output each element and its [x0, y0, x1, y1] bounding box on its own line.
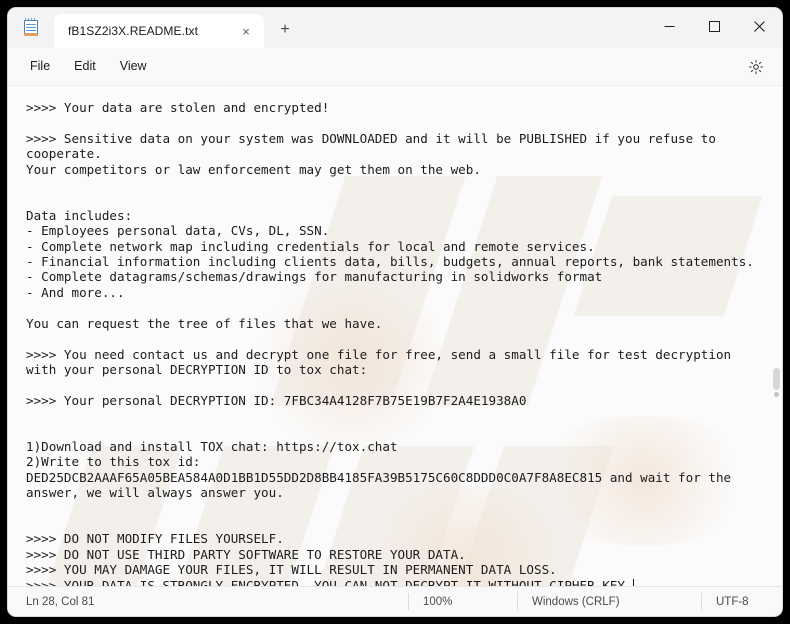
text-editor-area[interactable]: >>>> Your data are stolen and encrypted!… — [8, 86, 782, 586]
status-line-ending[interactable]: Windows (CRLF) — [517, 593, 701, 610]
window-controls — [647, 8, 782, 44]
maximize-icon[interactable] — [692, 8, 737, 44]
tab-readme[interactable]: fB1SZ2i3X.README.txt × — [54, 14, 264, 48]
title-bar: fB1SZ2i3X.README.txt × + — [8, 8, 782, 48]
status-zoom-level[interactable]: 100% — [408, 593, 517, 610]
new-tab-icon[interactable]: + — [270, 15, 300, 45]
menu-item-file[interactable]: File — [18, 55, 62, 78]
notepad-window: fB1SZ2i3X.README.txt × + File Edit View … — [8, 8, 782, 616]
text-caret — [632, 578, 634, 586]
minimize-icon[interactable] — [647, 8, 692, 44]
status-bar: Ln 28, Col 81 100% Windows (CRLF) UTF-8 — [8, 586, 782, 616]
tab-strip: fB1SZ2i3X.README.txt × + — [54, 8, 300, 48]
notepad-icon — [23, 18, 39, 36]
tab-close-icon[interactable]: × — [234, 19, 258, 43]
menu-item-view[interactable]: View — [108, 55, 159, 78]
readme-text: >>>> Your data are stolen and encrypted!… — [26, 100, 754, 586]
menu-item-edit[interactable]: Edit — [62, 55, 108, 78]
scrollbar-thumb[interactable] — [773, 368, 780, 390]
scrollbar-marker-dot — [774, 392, 779, 397]
menu-bar: File Edit View — [8, 48, 782, 86]
readme-text-content[interactable]: >>>> Your data are stolen and encrypted!… — [8, 86, 782, 586]
status-encoding[interactable]: UTF-8 — [701, 593, 763, 610]
tab-title: fB1SZ2i3X.README.txt — [68, 24, 199, 38]
gear-icon[interactable] — [742, 53, 770, 81]
status-cursor-position: Ln 28, Col 81 — [26, 595, 95, 608]
app-icon-slot — [8, 8, 54, 48]
close-icon[interactable] — [737, 8, 782, 44]
